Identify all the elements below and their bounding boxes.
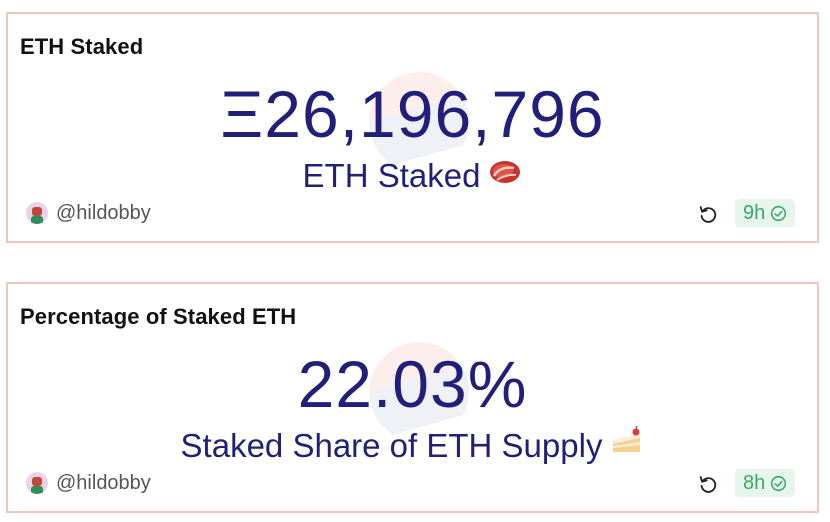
freshness-badge: 8h (735, 469, 796, 497)
author-link[interactable]: @hildobby (26, 470, 151, 496)
freshness-badge: 9h (735, 199, 796, 227)
author-link[interactable]: @hildobby (26, 200, 151, 226)
counter-label: Staked Share of ETH Supply (180, 427, 603, 464)
cake-icon (610, 425, 644, 465)
counter-label-row: Staked Share of ETH Supply (8, 426, 817, 468)
counter-label: ETH Staked (302, 157, 481, 194)
meat-icon (488, 155, 522, 195)
author-name: @hildobby (56, 201, 151, 224)
counter-label-row: ETH Staked (8, 156, 817, 198)
counter-value: Ξ26,196,796 (220, 77, 605, 151)
counter-value: 22.03% (297, 347, 528, 421)
avatar (26, 472, 48, 494)
widget-card-eth-staked: ETH Staked Ξ26,196,796 ETH Staked @hildo… (6, 12, 819, 243)
author-name: @hildobby (56, 471, 151, 494)
freshness-age: 9h (743, 201, 766, 224)
card-title: ETH Staked (20, 34, 144, 59)
freshness-age: 8h (743, 471, 766, 494)
refresh-icon[interactable] (697, 203, 719, 225)
refresh-icon[interactable] (697, 473, 719, 495)
widget-card-staked-percentage: Percentage of Staked ETH 22.03% Staked S… (6, 282, 819, 513)
avatar (26, 202, 48, 224)
check-circle-icon (771, 205, 787, 221)
card-title: Percentage of Staked ETH (20, 304, 297, 329)
check-circle-icon (771, 475, 787, 491)
